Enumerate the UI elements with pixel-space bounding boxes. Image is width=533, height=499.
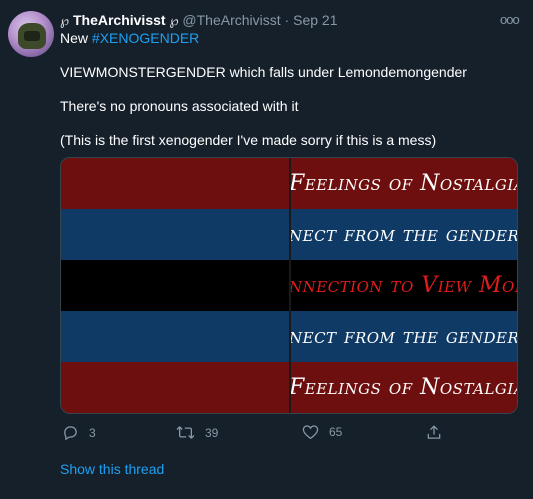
timestamp[interactable]: Sep 21 (293, 12, 337, 28)
stripe-caption: Feelings of Nostalgia (289, 171, 517, 196)
tweet-first-line: New #XENOGENDER (60, 29, 199, 47)
stripe-caption: nect from the gender (289, 222, 517, 247)
tweet-header: ℘ TheArchivisst ℘ @TheArchivisst · Sep 2… (60, 11, 520, 29)
stripe-caption: nnection to View Monst (289, 273, 517, 298)
share-icon (426, 424, 442, 441)
share-button[interactable] (426, 424, 442, 441)
reply-icon (62, 424, 79, 441)
stripe-caption: Feelings of Nostalgia (289, 375, 517, 400)
retweet-button[interactable]: 39 (176, 424, 218, 441)
stripe-caption: nect from the gender (289, 324, 517, 349)
show-thread-link[interactable]: Show this thread (60, 461, 164, 477)
retweet-count: 39 (205, 425, 219, 440)
name-glyph-right: ℘ (169, 13, 179, 28)
name-glyph-left: ℘ (60, 13, 70, 28)
flag-divider (289, 158, 291, 413)
display-name[interactable]: TheArchivisst (73, 12, 166, 28)
like-count: 65 (329, 425, 343, 439)
more-options-icon[interactable]: ooo (500, 12, 520, 27)
tweet-paragraph: There's no pronouns associated with it (60, 98, 299, 114)
avatar[interactable] (8, 11, 54, 57)
flag-image[interactable]: Feelings of Nostalgia nect from the gend… (60, 157, 518, 414)
reply-count: 3 (89, 425, 96, 440)
user-handle[interactable]: @TheArchivisst (182, 12, 280, 28)
avatar-figure-detail (24, 31, 40, 41)
separator-dot: · (284, 12, 290, 28)
line1-prefix: New (60, 30, 89, 46)
tweet-paragraph: VIEWMONSTERGENDER which falls under Lemo… (60, 64, 467, 80)
like-button[interactable]: 65 (302, 424, 342, 440)
retweet-icon (176, 424, 195, 441)
tweet-paragraph: (This is the first xenogender I've made … (60, 132, 437, 148)
action-bar: 3 39 65 (60, 424, 520, 444)
hashtag-link[interactable]: #XENOGENDER (92, 30, 199, 46)
tweet[interactable]: ℘ TheArchivisst ℘ @TheArchivisst · Sep 2… (0, 0, 533, 499)
reply-button[interactable]: 3 (62, 424, 96, 441)
heart-icon (302, 424, 319, 440)
